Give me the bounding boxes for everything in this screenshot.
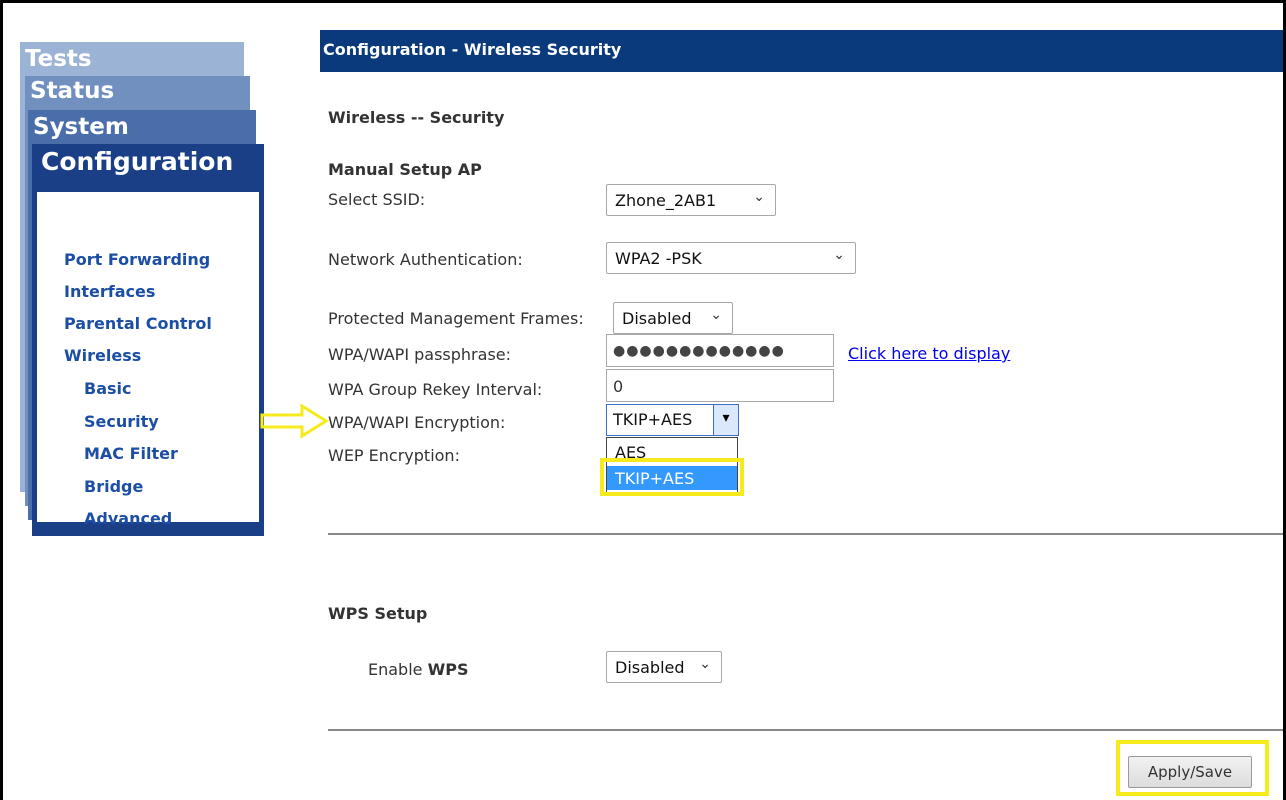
section-title: Wireless -- Security [328, 108, 505, 127]
configuration-menu: Port Forwarding Interfaces Parental Cont… [37, 192, 259, 528]
wps-enable-label: Enable WPS [368, 660, 469, 679]
rekey-interval-input[interactable]: 0 [606, 369, 834, 402]
chevron-down-icon: ⌄ [833, 247, 845, 263]
divider [328, 729, 1286, 731]
wep-encryption-label: WEP Encryption: [328, 446, 460, 465]
passphrase-input[interactable]: ●●●●●●●●●●●●● [606, 334, 834, 367]
menu-item-parental-control[interactable]: Parental Control [64, 314, 212, 333]
ssid-select-value: Zhone_2AB1 [615, 191, 717, 210]
menu-item-security[interactable]: Security [84, 412, 159, 431]
pmf-label: Protected Management Frames: [328, 309, 584, 328]
menu-item-basic[interactable]: Basic [84, 379, 131, 398]
menu-item-advanced[interactable]: Advanced [84, 509, 172, 528]
menu-item-bridge[interactable]: Bridge [84, 477, 143, 496]
page-title: Configuration - Wireless Security [323, 40, 622, 59]
network-auth-select[interactable]: WPA2 -PSK ⌄ [606, 242, 856, 274]
divider [328, 533, 1286, 535]
pmf-select[interactable]: Disabled ⌄ [613, 302, 733, 334]
nav-tab-system-label: System [33, 114, 129, 140]
wps-select-value: Disabled [615, 658, 685, 677]
pmf-select-value: Disabled [622, 309, 692, 328]
encryption-select[interactable]: TKIP+AES ▾ [606, 404, 739, 436]
page-header: Configuration - Wireless Security [320, 30, 1286, 72]
wps-title: WPS Setup [328, 604, 428, 623]
ssid-select[interactable]: Zhone_2AB1 ⌄ [606, 184, 776, 216]
highlight-selected-option [600, 458, 744, 496]
nav-tab-status-label: Status [30, 78, 115, 104]
manual-setup-title: Manual Setup AP [328, 160, 482, 179]
chevron-down-icon: ⌄ [710, 307, 722, 323]
display-passphrase-link[interactable]: Click here to display [848, 344, 1010, 363]
arrow-right-icon [260, 403, 329, 439]
dropdown-arrow-icon[interactable]: ▾ [713, 405, 738, 435]
apply-save-button[interactable]: Apply/Save [1128, 756, 1252, 788]
menu-item-port-forwarding[interactable]: Port Forwarding [64, 250, 210, 269]
menu-item-mac-filter[interactable]: MAC Filter [84, 444, 178, 463]
network-auth-label: Network Authentication: [328, 250, 523, 269]
nav-tab-configuration-label: Configuration [41, 147, 234, 176]
menu-item-wireless[interactable]: Wireless [64, 346, 141, 365]
encryption-label: WPA/WAPI Encryption: [328, 413, 506, 432]
passphrase-label: WPA/WAPI passphrase: [328, 345, 512, 364]
wps-select[interactable]: Disabled ⌄ [606, 651, 722, 683]
nav-tab-configuration[interactable]: Configuration Port Forwarding Interfaces… [32, 144, 264, 536]
select-ssid-label: Select SSID: [328, 190, 426, 209]
encryption-select-value: TKIP+AES [613, 410, 693, 429]
chevron-down-icon: ⌄ [699, 656, 711, 672]
nav-tab-tests-label: Tests [25, 46, 92, 72]
menu-item-interfaces[interactable]: Interfaces [64, 282, 155, 301]
chevron-down-icon: ⌄ [753, 189, 765, 205]
rekey-label: WPA Group Rekey Interval: [328, 380, 543, 399]
network-auth-select-value: WPA2 -PSK [615, 249, 702, 268]
